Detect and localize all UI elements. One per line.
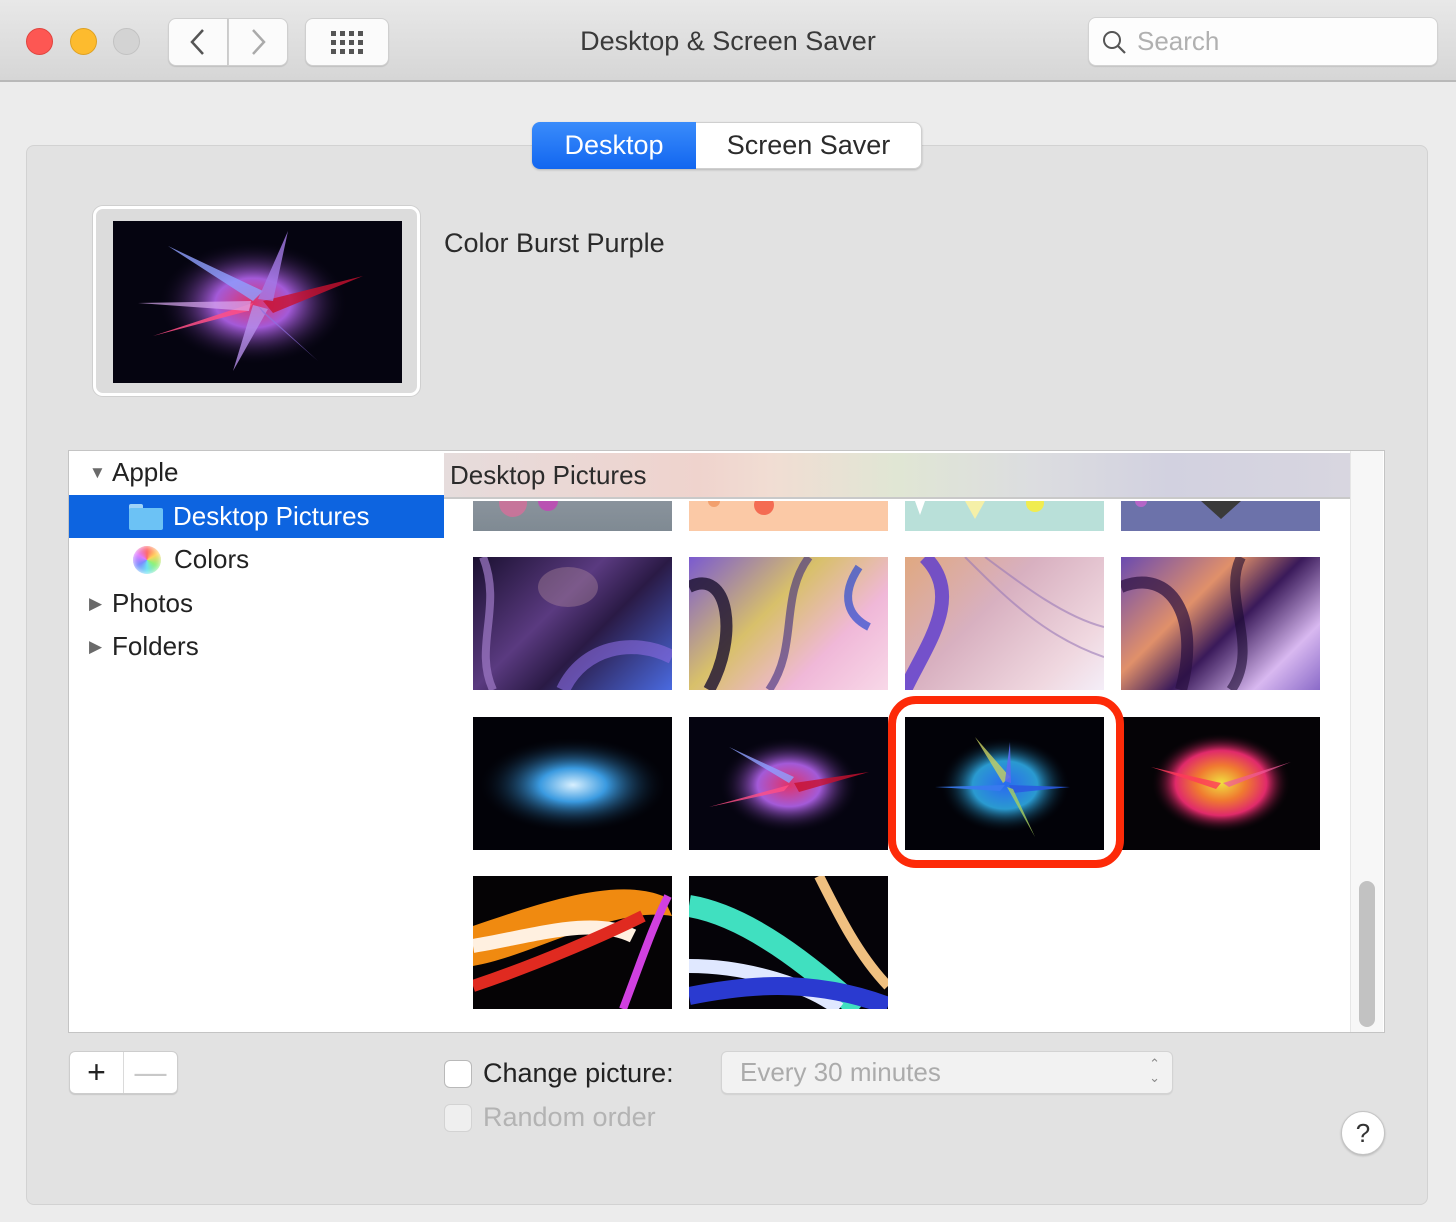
picture-grid: Desktop Pictures [444,450,1385,1033]
tab-bar: Desktop Screen Saver [532,122,922,169]
close-button[interactable] [26,28,53,55]
change-picture-checkbox[interactable] [444,1060,472,1088]
grid-header: Desktop Pictures [444,453,1350,499]
scrollbar-thumb[interactable] [1359,881,1375,1027]
disclosure-collapsed-icon[interactable]: ▶ [89,637,109,657]
updown-chevron-icon: ⌃ ⌄ [1149,1056,1160,1085]
zoom-button [113,28,140,55]
folder-icon [129,503,163,530]
current-picture-preview [93,206,420,396]
source-label: Apple [112,457,179,487]
wallpaper-thumbnail[interactable] [1121,717,1320,850]
chevron-right-icon [252,29,266,55]
source-label: Photos [112,588,193,618]
source-label: Folders [112,631,199,661]
source-group-photos[interactable]: ▶ Photos [69,582,444,625]
wallpaper-thumbnail-color-burst-blue[interactable] [905,717,1104,850]
wallpaper-thumbnail[interactable] [905,501,1104,531]
forward-button[interactable] [228,18,288,66]
source-group-folders[interactable]: ▶ Folders [69,625,444,668]
disclosure-collapsed-icon[interactable]: ▶ [89,594,109,614]
grid-scrollbar[interactable] [1350,451,1383,1032]
help-button[interactable]: ? [1341,1111,1385,1155]
wallpaper-thumbnail[interactable] [473,717,672,850]
chevron-left-icon [190,29,204,55]
preview-image [113,221,402,383]
search-icon [1103,30,1126,54]
search-input[interactable] [1137,26,1417,57]
random-order-checkbox[interactable] [444,1104,472,1132]
interval-popup[interactable]: Every 30 minutes ⌃ ⌄ [721,1051,1173,1094]
add-remove-control: + — [69,1051,178,1094]
search-field[interactable] [1088,17,1438,66]
source-label: Colors [174,544,250,574]
wallpaper-thumbnail[interactable] [473,557,672,690]
source-item-colors[interactable]: Colors [69,538,444,581]
wallpaper-thumbnail[interactable] [1121,501,1320,531]
remove-folder-button[interactable]: — [124,1052,177,1093]
wallpaper-thumbnail[interactable] [689,717,888,850]
wallpaper-thumbnail[interactable] [473,501,672,531]
wallpaper-thumbnail[interactable] [905,557,1104,690]
disclosure-expanded-icon[interactable]: ▼ [89,463,109,483]
wallpaper-thumbnail[interactable] [473,876,672,1009]
color-wheel-icon [133,545,161,574]
wallpaper-thumbnail[interactable] [689,501,888,531]
title-bar: Desktop & Screen Saver [0,0,1456,82]
minimize-button[interactable] [70,28,97,55]
back-button[interactable] [168,18,228,66]
tab-screen-saver[interactable]: Screen Saver [696,122,922,169]
tab-desktop[interactable]: Desktop [532,122,696,169]
source-group-apple[interactable]: ▼ Apple [69,451,444,494]
source-list: ▼ Apple Desktop Pictures Colors ▶ Photos… [68,450,445,1033]
show-all-button[interactable] [305,18,389,66]
source-item-desktop-pictures[interactable]: Desktop Pictures [69,495,444,538]
wallpaper-thumbnail[interactable] [1121,557,1320,690]
picture-name: Color Burst Purple [444,228,665,258]
wallpaper-thumbnail[interactable] [689,876,888,1009]
change-picture-label: Change picture: [483,1058,674,1088]
random-order-label: Random order [483,1102,656,1132]
add-folder-button[interactable]: + [70,1052,124,1093]
grid-icon [331,30,363,54]
wallpaper-thumbnail[interactable] [689,557,888,690]
source-label: Desktop Pictures [173,501,370,531]
interval-value: Every 30 minutes [740,1057,941,1087]
